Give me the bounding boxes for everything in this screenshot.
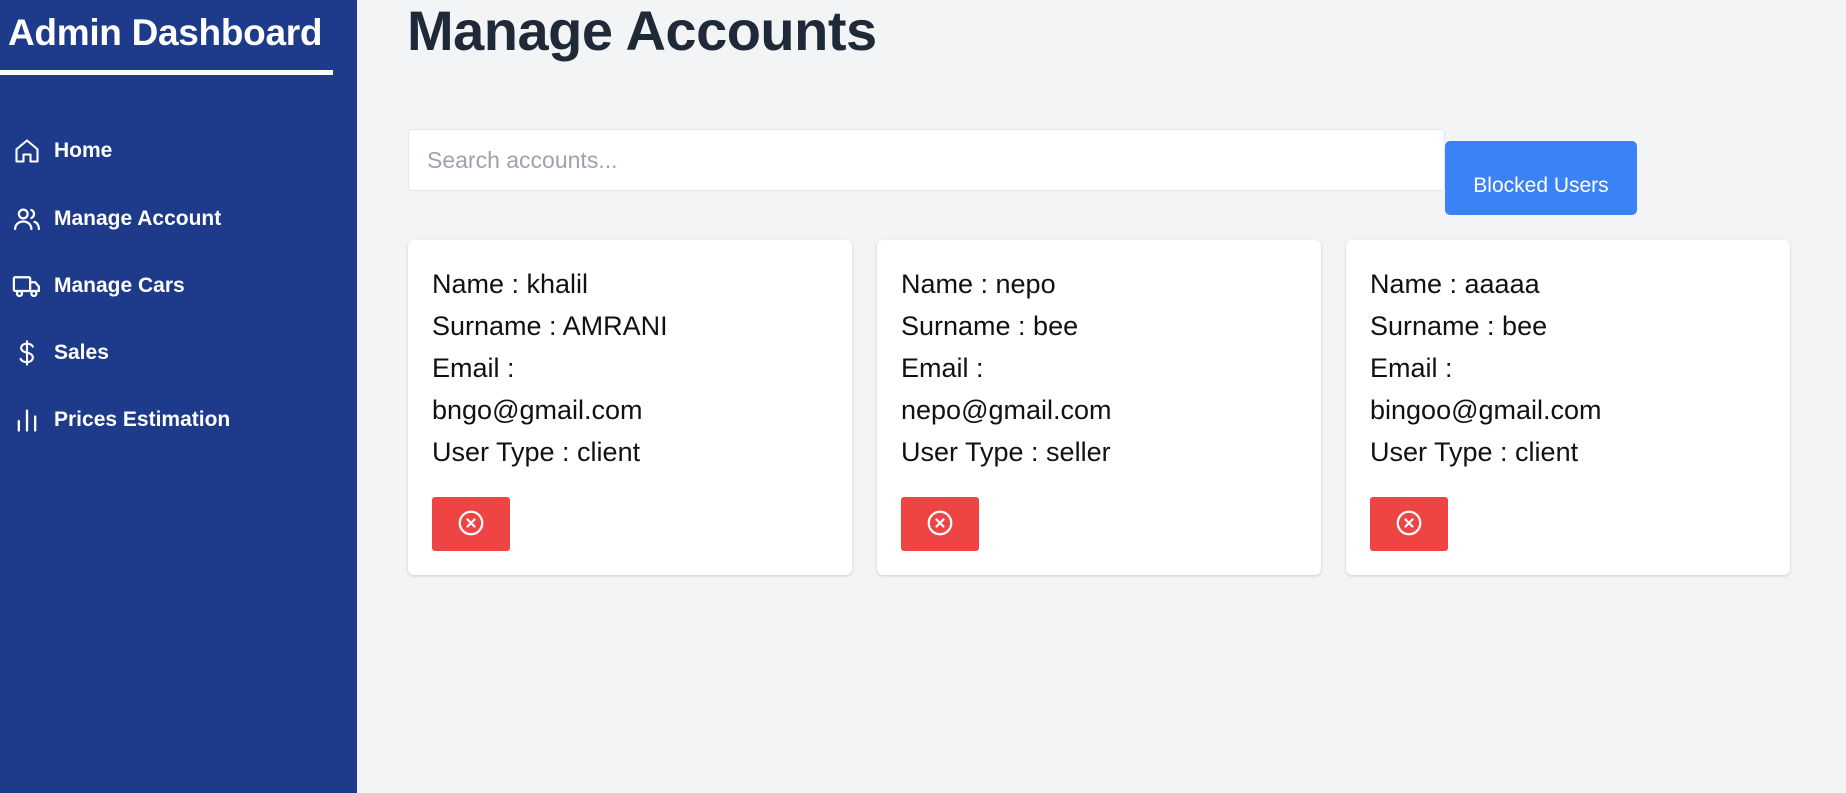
sidebar-item-manage-account[interactable]: Manage Account: [0, 195, 357, 243]
account-email-label: Email :: [1370, 353, 1453, 383]
account-email: bngo@gmail.com: [432, 395, 643, 425]
account-email-label: Email :: [432, 353, 515, 383]
account-user-type: User Type : seller: [901, 437, 1111, 467]
bar-chart-icon: [12, 405, 42, 435]
page-title: Manage Accounts: [407, 0, 877, 62]
account-email: nepo@gmail.com: [901, 395, 1112, 425]
users-icon: [12, 204, 42, 234]
sidebar-item-prices-estimation[interactable]: Prices Estimation: [0, 396, 357, 444]
delete-account-button[interactable]: [1370, 497, 1448, 551]
account-surname: Surname : bee: [901, 311, 1079, 341]
account-name: Name : aaaaa: [1370, 269, 1540, 299]
brand-header: Admin Dashboard: [0, 0, 333, 75]
account-name: Name : khalil: [432, 269, 589, 299]
brand-title: Admin Dashboard: [8, 12, 323, 53]
account-email-label: Email :: [901, 353, 984, 383]
account-email: bingoo@gmail.com: [1370, 395, 1602, 425]
close-circle-icon: [456, 508, 486, 541]
account-user-type: User Type : client: [432, 437, 641, 467]
sidebar-item-home[interactable]: Home: [0, 127, 357, 175]
sidebar-item-label: Manage Account: [54, 207, 222, 230]
dollar-icon: [12, 338, 42, 368]
delete-account-button[interactable]: [432, 497, 510, 551]
account-card: Name : khalil Surname : AMRANI Email : b…: [408, 240, 852, 575]
sidebar: Admin Dashboard Home Manage Account Mana…: [0, 0, 357, 793]
account-user-type: User Type : client: [1370, 437, 1579, 467]
truck-icon: [12, 271, 42, 301]
account-name: Name : nepo: [901, 269, 1056, 299]
search-input[interactable]: [408, 129, 1445, 191]
sidebar-item-manage-cars[interactable]: Manage Cars: [0, 262, 357, 310]
close-circle-icon: [1394, 508, 1424, 541]
sidebar-item-label: Prices Estimation: [54, 408, 231, 431]
home-icon: [12, 136, 42, 166]
account-surname: Surname : bee: [1370, 311, 1548, 341]
sidebar-item-label: Manage Cars: [54, 274, 185, 297]
blocked-users-button[interactable]: Blocked Users: [1445, 141, 1637, 215]
sidebar-item-label: Home: [54, 139, 113, 162]
account-card: Name : nepo Surname : bee Email : nepo@g…: [877, 240, 1321, 575]
sidebar-item-sales[interactable]: Sales: [0, 329, 357, 377]
delete-account-button[interactable]: [901, 497, 979, 551]
close-circle-icon: [925, 508, 955, 541]
account-surname: Surname : AMRANI: [432, 311, 668, 341]
account-card: Name : aaaaa Surname : bee Email : bingo…: [1346, 240, 1790, 575]
sidebar-item-label: Sales: [54, 341, 109, 364]
